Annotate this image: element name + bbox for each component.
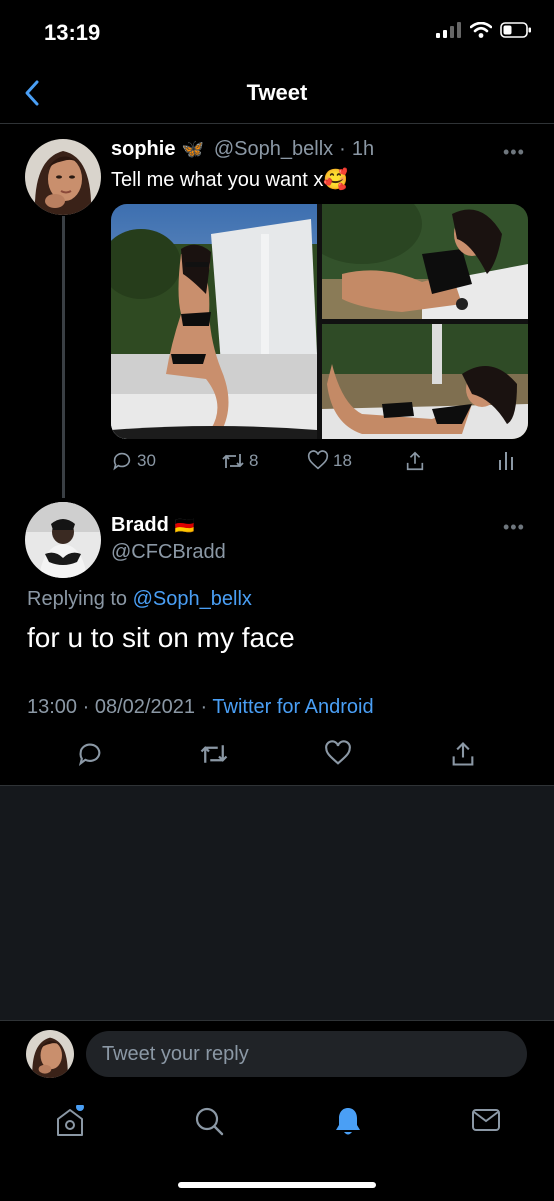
separator-dot: · [339, 138, 346, 160]
messages-icon[interactable] [470, 1105, 502, 1135]
reply-more-options-icon[interactable]: ••• [503, 517, 525, 538]
signal-icon [436, 22, 461, 38]
meta-dot-1: · [82, 696, 90, 718]
reply-text: for u to sit on my face [27, 622, 295, 653]
replying-to: Replying to @Soph_bellx [27, 588, 252, 611]
analytics-action[interactable] [496, 450, 516, 472]
reply-display-name[interactable]: Bradd [111, 514, 169, 537]
home-icon[interactable] [54, 1105, 86, 1139]
search-icon[interactable] [193, 1105, 225, 1137]
replying-prefix: Replying to [27, 588, 128, 610]
reply-count: 30 [137, 451, 156, 470]
share-icon[interactable] [449, 740, 477, 768]
media-photo-3[interactable] [322, 324, 528, 439]
status-icons [436, 22, 532, 38]
tweet-source-link[interactable]: Twitter for Android [212, 696, 373, 718]
reply-action[interactable]: 30 [111, 450, 156, 472]
smile-hearts-emoji: 🥰 [323, 169, 349, 191]
tweet-text-body: Tell me what you want x [111, 169, 324, 191]
avatar-bradd[interactable] [25, 502, 101, 578]
share-icon [406, 451, 424, 471]
empty-replies-area [0, 786, 554, 1020]
tweet-actions: 30 8 18 [111, 450, 528, 476]
media-photo-2[interactable] [302, 204, 528, 319]
media-grid[interactable] [111, 204, 528, 439]
retweet-count: 8 [249, 451, 259, 470]
reply-icon[interactable] [76, 740, 104, 768]
meta-dot-2: · [200, 696, 208, 718]
tweet-text: Tell me what you want x🥰 [111, 167, 348, 192]
analytics-icon [499, 452, 513, 470]
reply-handle[interactable]: @CFCBradd [111, 541, 226, 564]
reply-input[interactable]: Tweet your reply [86, 1031, 527, 1077]
more-options-icon[interactable]: ••• [503, 142, 525, 163]
retweet-action[interactable]: 8 [221, 450, 258, 472]
media-photo-1[interactable] [111, 204, 317, 439]
user-handle[interactable]: @Soph_bellx [214, 138, 333, 161]
butterfly-emoji: 🦋 [181, 139, 204, 159]
replying-handle-link[interactable]: @Soph_bellx [133, 588, 252, 610]
wifi-icon [470, 22, 492, 38]
heart-icon [307, 450, 329, 470]
tweet-age: 1h [351, 138, 375, 160]
notifications-icon[interactable] [333, 1105, 363, 1137]
display-name[interactable]: sophie [111, 138, 175, 161]
like-action[interactable]: 18 [307, 450, 352, 472]
retweet-icon [222, 454, 244, 468]
status-time: 13:19 [44, 20, 101, 45]
home-indicator [178, 1182, 376, 1188]
page-title: Tweet [246, 80, 308, 105]
reply-header: Bradd 🇩🇪 [111, 514, 195, 537]
reply-actions [0, 740, 554, 780]
tweet-header: sophie 🦋 @Soph_bellx · 1h [111, 138, 374, 161]
heart-icon[interactable] [324, 740, 352, 768]
germany-flag-emoji: 🇩🇪 [174, 517, 195, 535]
retweet-icon[interactable] [199, 740, 229, 768]
header-divider [0, 123, 554, 124]
tweet-meta: 13:00 · 08/02/2021 · Twitter for Android [27, 696, 374, 719]
composer-avatar[interactable] [26, 1030, 74, 1078]
battery-icon [500, 22, 531, 38]
reply-icon [113, 452, 131, 471]
tweet-time: 13:00 [27, 696, 78, 718]
share-action[interactable] [404, 450, 426, 472]
tweet-date: 08/02/2021 [94, 696, 195, 718]
thread-line [62, 216, 65, 498]
like-count: 18 [333, 451, 352, 470]
avatar-sophie[interactable] [25, 139, 101, 215]
